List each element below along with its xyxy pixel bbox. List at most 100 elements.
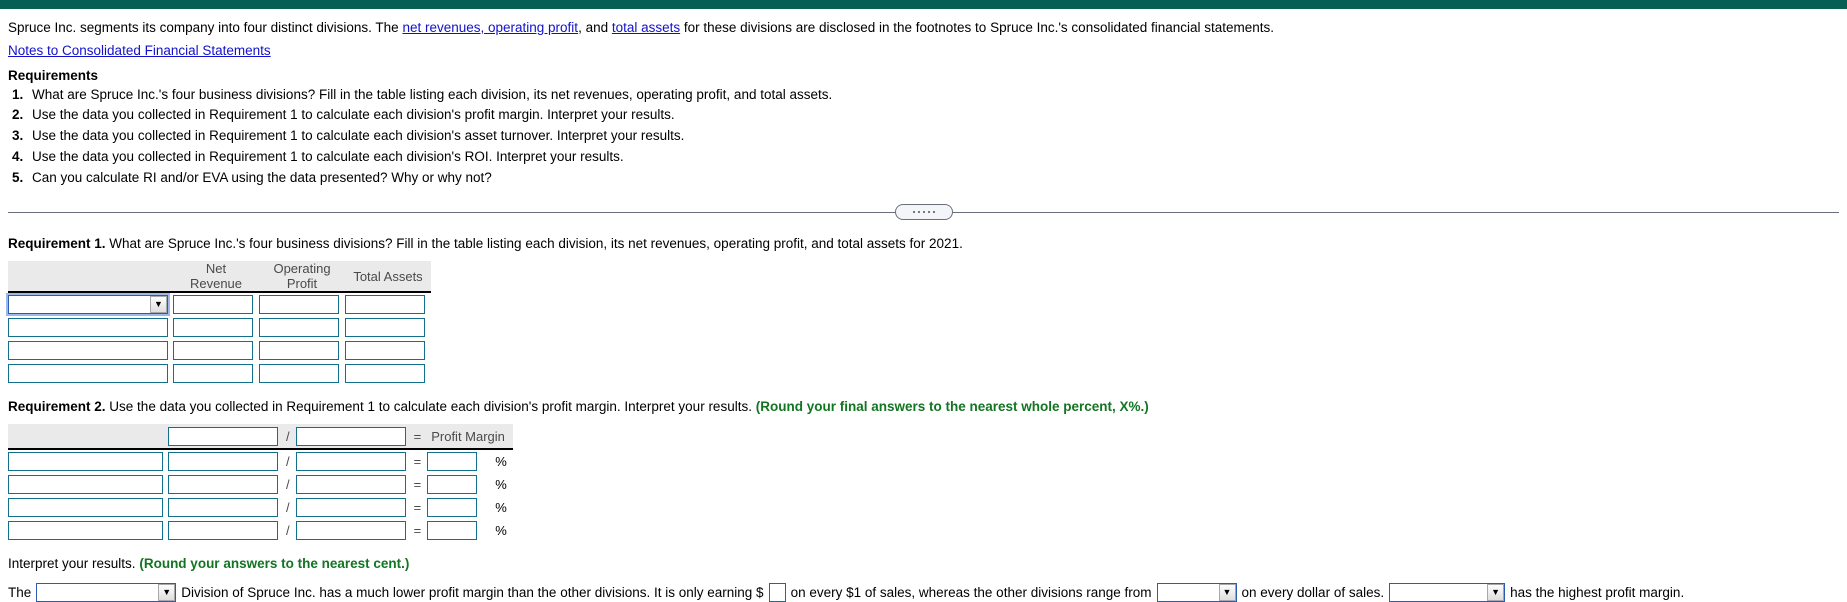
requirement-item-5: Can you calculate RI and/or EVA using th… <box>12 168 492 189</box>
table-row <box>8 362 431 385</box>
operating-profit-input-row-3[interactable] <box>259 341 339 361</box>
operating-profit-input-row-4[interactable] <box>259 364 339 384</box>
profit-margin-input-row-4[interactable] <box>427 521 478 541</box>
requirements-heading: Requirements <box>8 67 99 83</box>
top-accent-bar <box>0 0 1847 9</box>
requirement2-table: / = Profit Margin / = % / = % / = % / = … <box>8 424 513 542</box>
percent-symbol: % <box>495 500 507 516</box>
exercise-content: Spruce Inc. segments its company into fo… <box>0 18 1847 602</box>
cell-numerator <box>168 519 280 542</box>
column-header-operating-profit: Operating Profit <box>259 261 345 294</box>
requirement1-table: Net Revenue Operating Profit Total Asset… <box>8 261 431 385</box>
lowest-margin-division-select-wrapper: Division ADivision BDivision CDivision D… <box>36 583 177 602</box>
divide-symbol: / <box>286 454 290 470</box>
denominator-input-row-2[interactable] <box>295 475 406 495</box>
net-revenue-input-row-1[interactable] <box>173 295 253 315</box>
profit-margin-input-row-1[interactable] <box>427 452 478 472</box>
cell-numerator <box>168 473 280 496</box>
lowest-margin-division-select[interactable]: Division ADivision BDivision CDivision D <box>36 583 177 602</box>
profit-margin-input-row-2[interactable] <box>427 475 478 495</box>
cell-operating-profit <box>259 292 345 316</box>
requirements-list: What are Spruce Inc.'s four business div… <box>8 85 1839 189</box>
requirement-item-3: Use the data you collected in Requiremen… <box>12 126 685 147</box>
cell-operating-profit <box>259 362 345 385</box>
sentence-text-4: on every dollar of sales. <box>1241 585 1385 601</box>
net-revenue-input-row-3[interactable] <box>173 341 253 361</box>
cell-numerator <box>168 449 280 473</box>
other-divisions-range-select[interactable]: $0.05 to $0.10$0.10 to $0.20$0.20 to $0.… <box>1156 583 1237 602</box>
division-select-row-1[interactable]: Division ADivision BDivision CDivision D <box>8 295 168 315</box>
division-input-pm-row-1[interactable] <box>8 452 163 472</box>
cell-net-revenue <box>173 316 259 339</box>
interpret-line: Interpret your results. (Round your answ… <box>8 556 1839 571</box>
profit-margin-label: Profit Margin <box>427 424 513 451</box>
total-assets-input-row-3[interactable] <box>345 341 425 361</box>
profit-margin-input-row-3[interactable] <box>427 498 478 518</box>
division-input-pm-row-4[interactable] <box>8 521 163 541</box>
cell-division <box>8 496 168 519</box>
numerator-input-row-2[interactable] <box>168 475 278 495</box>
cell-denominator <box>295 519 408 542</box>
denominator-input-row-4[interactable] <box>295 521 406 541</box>
numerator-input-row-1[interactable] <box>168 452 278 472</box>
cell-total-assets <box>345 339 431 362</box>
net-revenue-input-row-2[interactable] <box>173 318 253 338</box>
divide-symbol: / <box>286 500 290 516</box>
division-input-pm-row-3[interactable] <box>8 498 163 518</box>
percent-symbol: % <box>495 523 507 539</box>
requirement2-rounding-hint: (Round your final answers to the nearest… <box>755 399 1149 415</box>
table-row: / = % <box>8 519 513 542</box>
cell-result <box>427 473 491 496</box>
requirement2-prompt-text: Use the data you collected in Requiremen… <box>109 399 752 415</box>
denominator-input-row-3[interactable] <box>295 498 406 518</box>
cell-total-assets <box>345 362 431 385</box>
earnings-per-dollar-input[interactable] <box>768 583 786 602</box>
numerator-input-row-3[interactable] <box>168 498 278 518</box>
handle-dot <box>927 211 930 214</box>
panel-splitter <box>8 202 1839 222</box>
total-assets-input-row-4[interactable] <box>345 364 425 384</box>
link-total-assets[interactable]: total assets <box>612 20 680 35</box>
cell-numerator <box>168 496 280 519</box>
intro-text-2: , and <box>578 20 612 35</box>
sentence-text-1: The <box>8 585 32 601</box>
division-input-row-4[interactable] <box>8 364 168 384</box>
cell-operating-profit <box>259 339 345 362</box>
cell-net-revenue <box>173 339 259 362</box>
interpret-label: Interpret your results. <box>8 556 136 572</box>
cell-result <box>427 449 491 473</box>
intro-paragraph: Spruce Inc. segments its company into fo… <box>8 18 1839 38</box>
percent-symbol: % <box>495 454 507 470</box>
net-revenue-input-row-4[interactable] <box>173 364 253 384</box>
highest-margin-division-select[interactable]: Division ADivision BDivision CDivision D <box>1389 583 1506 602</box>
equals-symbol: = <box>413 454 422 470</box>
splitter-drag-handle[interactable] <box>894 204 953 221</box>
highest-margin-division-select-wrapper: Division ADivision BDivision CDivision D… <box>1389 583 1506 602</box>
percent-symbol: % <box>495 477 507 493</box>
numerator-input-header[interactable] <box>168 426 278 446</box>
requirement-item-2: Use the data you collected in Requiremen… <box>12 105 675 126</box>
link-notes-to-consolidated-financial-statements[interactable]: Notes to Consolidated Financial Statemen… <box>8 43 1839 58</box>
division-input-row-2[interactable] <box>8 318 168 338</box>
operating-profit-input-row-1[interactable] <box>259 295 339 315</box>
cell-total-assets <box>345 292 431 316</box>
total-assets-input-row-1[interactable] <box>345 295 425 315</box>
division-input-pm-row-2[interactable] <box>8 475 163 495</box>
cell-operating-profit <box>259 316 345 339</box>
cell-net-revenue <box>173 362 259 385</box>
requirement1-label: Requirement 1. <box>8 236 106 252</box>
division-input-row-3[interactable] <box>8 341 168 361</box>
cell-result <box>427 496 491 519</box>
total-assets-input-row-2[interactable] <box>345 318 425 338</box>
denominator-input-row-1[interactable] <box>295 452 406 472</box>
table-header-row: / = Profit Margin <box>8 424 513 451</box>
equals-symbol: = <box>413 477 422 493</box>
column-header-total-assets: Total Assets <box>345 261 431 294</box>
numerator-input-row-4[interactable] <box>168 521 278 541</box>
link-net-revenues-operating-profit[interactable]: net revenues, operating profit <box>402 20 578 35</box>
header-cell-numerator <box>168 424 280 451</box>
denominator-input-header[interactable] <box>295 426 406 446</box>
handle-dot <box>912 211 915 214</box>
table-row: / = % <box>8 496 513 519</box>
operating-profit-input-row-2[interactable] <box>259 318 339 338</box>
